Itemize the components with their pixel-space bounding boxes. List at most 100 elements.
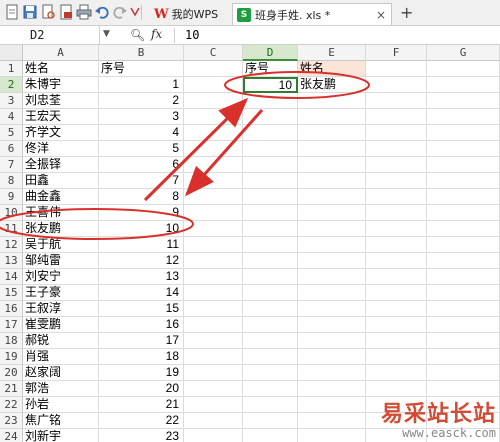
cell-empty[interactable] [366, 269, 427, 285]
select-all-corner[interactable] [0, 45, 23, 61]
zoom-magnifier-icon[interactable]: 🔍︎ [130, 28, 145, 42]
cell-name[interactable]: 曲金鑫 [23, 189, 99, 205]
cell-name[interactable]: 王子豪 [23, 285, 99, 301]
cell-empty[interactable] [184, 93, 243, 109]
cell-number[interactable]: 8 [99, 189, 184, 205]
cell-empty[interactable] [184, 237, 243, 253]
column-header-f[interactable]: F [366, 45, 427, 61]
spreadsheet-grid[interactable]: ABCDEFG 1 姓名 序号 序号 姓名 2 朱博宇 1 10 张友鹏 3 刘忠荃 2 4 王宏天 3 5 齐学… [0, 45, 500, 442]
cell-name[interactable]: 张友鹏 [23, 221, 99, 237]
cell-empty[interactable] [184, 365, 243, 381]
cell-empty[interactable] [184, 125, 243, 141]
cell-empty[interactable] [298, 317, 366, 333]
cell-empty[interactable] [427, 381, 500, 397]
row-header[interactable]: 1 [0, 61, 23, 77]
cell-empty[interactable] [184, 189, 243, 205]
cell-number[interactable]: 12 [99, 253, 184, 269]
cell-empty[interactable] [243, 317, 298, 333]
cell-empty[interactable] [243, 141, 298, 157]
redo-icon[interactable] [112, 4, 128, 20]
cell-empty[interactable] [243, 301, 298, 317]
cell-name[interactable]: 郝锐 [23, 333, 99, 349]
cell-empty[interactable] [298, 125, 366, 141]
row-header[interactable]: 4 [0, 109, 23, 125]
name-box[interactable]: D2 [0, 26, 100, 44]
cell-number[interactable]: 21 [99, 397, 184, 413]
cell-empty[interactable] [427, 221, 500, 237]
cell-empty[interactable] [366, 173, 427, 189]
cell-number[interactable]: 17 [99, 333, 184, 349]
cell-empty[interactable] [298, 93, 366, 109]
row-header[interactable]: 8 [0, 173, 23, 189]
cell-empty[interactable] [427, 77, 500, 93]
cell-empty[interactable] [366, 109, 427, 125]
cell-empty[interactable] [366, 189, 427, 205]
cell-name[interactable]: 郭浩 [23, 381, 99, 397]
row-header[interactable]: 13 [0, 253, 23, 269]
cell-empty[interactable] [298, 301, 366, 317]
cell-empty[interactable] [184, 253, 243, 269]
row-header[interactable]: 7 [0, 157, 23, 173]
cell-empty[interactable] [366, 381, 427, 397]
cell-number[interactable]: 5 [99, 141, 184, 157]
cell-empty[interactable] [243, 189, 298, 205]
cell-empty[interactable] [298, 333, 366, 349]
cell-name[interactable]: 佟洋 [23, 141, 99, 157]
cell-empty[interactable] [184, 61, 243, 77]
cell-name[interactable]: 刘安宁 [23, 269, 99, 285]
new-tab-plus-icon[interactable]: + [400, 3, 413, 22]
cell-number[interactable]: 1 [99, 77, 184, 93]
cell-name[interactable]: 刘忠荃 [23, 93, 99, 109]
cell-empty[interactable] [298, 157, 366, 173]
cell-empty[interactable] [243, 365, 298, 381]
cell-empty[interactable] [366, 301, 427, 317]
cell-number[interactable]: 14 [99, 285, 184, 301]
cell-empty[interactable] [184, 221, 243, 237]
cell-number[interactable]: 4 [99, 125, 184, 141]
cell-empty[interactable] [427, 93, 500, 109]
cell-empty[interactable] [298, 429, 366, 442]
column-header-b[interactable]: B [99, 45, 184, 61]
cell-empty[interactable] [184, 205, 243, 221]
cell-empty[interactable] [298, 205, 366, 221]
cell-empty[interactable] [298, 413, 366, 429]
selected-cell-d2[interactable]: 10 [243, 77, 298, 93]
cell-empty[interactable] [427, 125, 500, 141]
column-header-g[interactable]: G [427, 45, 500, 61]
cell-empty[interactable] [427, 173, 500, 189]
cell-number[interactable]: 22 [99, 413, 184, 429]
cell-empty[interactable] [366, 205, 427, 221]
cell-name[interactable]: 姓名 [23, 61, 99, 77]
print-preview-icon[interactable] [40, 4, 56, 20]
row-header[interactable]: 21 [0, 381, 23, 397]
cell-empty[interactable] [184, 333, 243, 349]
row-header[interactable]: 24 [0, 429, 23, 442]
cell-empty[interactable] [427, 189, 500, 205]
cell-name[interactable]: 肖强 [23, 349, 99, 365]
lookup-header-number[interactable]: 序号 [243, 61, 298, 77]
cell-number[interactable]: 16 [99, 317, 184, 333]
cell-empty[interactable] [427, 61, 500, 77]
cell-number[interactable]: 9 [99, 205, 184, 221]
cell-empty[interactable] [298, 221, 366, 237]
lookup-header-name[interactable]: 姓名 [298, 61, 366, 77]
cell-empty[interactable] [366, 93, 427, 109]
cell-empty[interactable] [243, 333, 298, 349]
cell-empty[interactable] [427, 237, 500, 253]
cell-empty[interactable] [298, 141, 366, 157]
cell-empty[interactable] [298, 269, 366, 285]
column-header-e[interactable]: E [298, 45, 366, 61]
cell-empty[interactable] [298, 189, 366, 205]
cell-empty[interactable] [298, 109, 366, 125]
cell-number[interactable]: 11 [99, 237, 184, 253]
cell-empty[interactable] [427, 141, 500, 157]
tab-close-icon[interactable]: × [376, 8, 386, 22]
cell-empty[interactable] [243, 173, 298, 189]
column-header-a[interactable]: A [23, 45, 99, 61]
tab-spreadsheet-file[interactable]: S 班身手姓. xls * × [232, 3, 392, 25]
cell-number[interactable]: 20 [99, 381, 184, 397]
cell-number[interactable]: 13 [99, 269, 184, 285]
cell-empty[interactable] [184, 269, 243, 285]
cell-empty[interactable] [298, 285, 366, 301]
cell-empty[interactable] [298, 253, 366, 269]
